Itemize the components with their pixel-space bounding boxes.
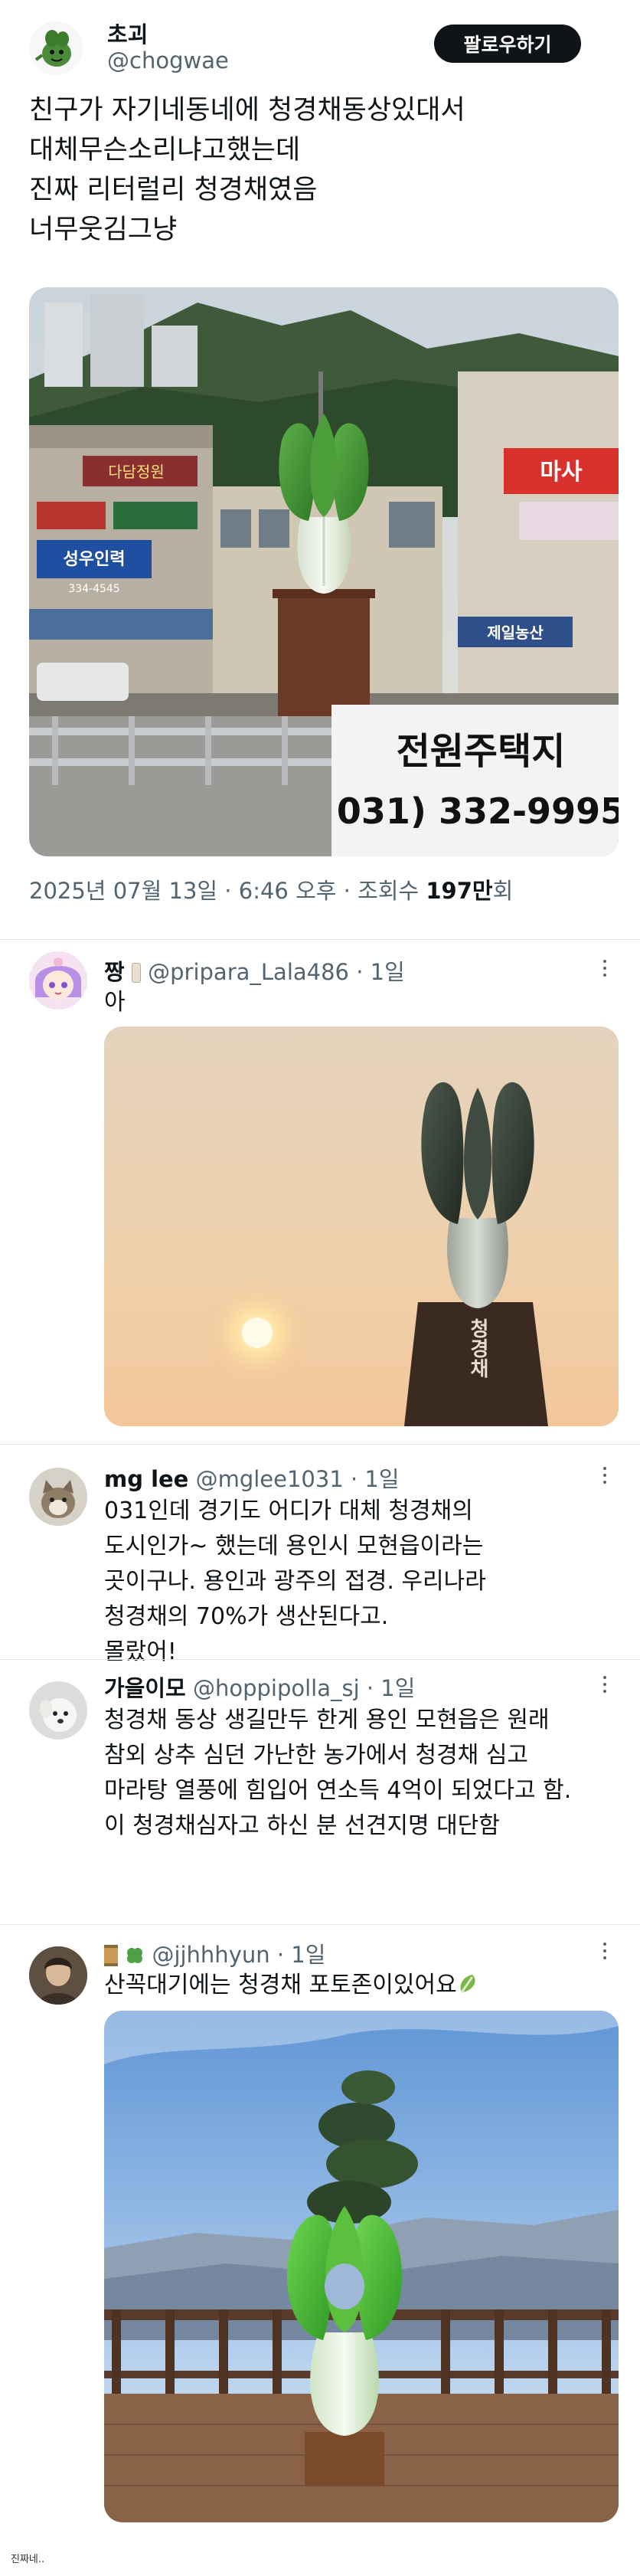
reply-text-line: 아 bbox=[104, 989, 126, 1016]
reply-text-line: 곳이구나. 용인과 광주의 접경. 우리나라 bbox=[104, 1568, 486, 1595]
more-options-icon[interactable] bbox=[594, 1669, 616, 1700]
reply-author-handle[interactable]: @pripara_Lala486 · 1일 bbox=[148, 959, 405, 985]
bokchoy-statue-street-photo: 다담정원 성우인력 334-4545 마사 제일농산 전원주택지 031) 33… bbox=[29, 287, 619, 856]
thread-spool-icon bbox=[104, 1945, 118, 1966]
view-count-suffix: 회 bbox=[492, 878, 514, 904]
reply-text: 아 bbox=[104, 985, 126, 1020]
tweet-timestamp[interactable]: 2025년 07월 13일 · 6:46 오후 · 조회수 bbox=[29, 878, 426, 904]
puppy-avatar-icon bbox=[29, 1681, 87, 1740]
footer-caption: 진짜네.. bbox=[11, 2554, 45, 2565]
bokchoy-photozone-mountain-photo bbox=[104, 2011, 619, 2522]
tweet-photo[interactable]: 다담정원 성우인력 334-4545 마사 제일농산 전원주택지 031) 33… bbox=[29, 287, 619, 856]
view-count: 197만 bbox=[426, 878, 493, 904]
bokchoy-emoji-icon bbox=[457, 1971, 480, 1994]
reply-text-line: 산꼭대기에는 청경채 포토존이있어요 bbox=[104, 1968, 480, 2003]
tweet-text-line: 대체무슨소리냐고했는데 bbox=[29, 135, 301, 165]
reply-author-name[interactable]: mg lee bbox=[104, 1466, 188, 1492]
reply-text-line: 도시인가~ 했는데 용인시 모현읍이라는 bbox=[104, 1533, 484, 1560]
reply-text-line: 청경채의 70%가 생산된다고. bbox=[104, 1603, 389, 1630]
tweet-text: 친구가 자기네동네에 청경채동상있대서 대체무슨소리냐고했는데 진짜 리터럴리 … bbox=[29, 90, 465, 250]
reply[interactable]: 짱 @pripara_Lala486 · 1일 아 청경채 bbox=[0, 941, 640, 1444]
reply-avatar[interactable] bbox=[29, 1468, 87, 1526]
bokchoy-statue-sunset-photo: 청경채 bbox=[104, 1026, 619, 1426]
shop-sign-phone: 334-4545 bbox=[68, 583, 119, 595]
reply[interactable]: @jjhhhyun · 1일 산꼭대기에는 청경채 포토존이있어요 bbox=[0, 1925, 640, 2538]
reply-header: 가을이모 @hoppipolla_sj · 1일 bbox=[104, 1671, 415, 1703]
reply-text-line: 청경채 동상 생길만두 한게 용인 모현읍은 원래 bbox=[104, 1707, 550, 1733]
reply[interactable]: 가을이모 @hoppipolla_sj · 1일 청경채 동상 생길만두 한게 … bbox=[0, 1660, 640, 1924]
reply-text: 청경채 동상 생길만두 한게 용인 모현읍은 원래 참외 상추 심던 가난한 농… bbox=[104, 1703, 571, 1844]
tweet-meta: 2025년 07월 13일 · 6:46 오후 · 조회수 197만회 bbox=[29, 873, 513, 905]
shop-sign: 성우인력 bbox=[64, 550, 126, 569]
main-tweet: 초괴 @chogwae 팔로우하기 친구가 자기네동네에 청경채동상있대서 대체… bbox=[0, 0, 640, 941]
anime-girl-avatar-icon bbox=[29, 951, 87, 1010]
more-options-icon[interactable] bbox=[594, 1460, 616, 1491]
reply-author-name[interactable]: 짱 bbox=[104, 959, 125, 985]
reply-text-line: 참외 상추 심던 가난한 농가에서 청경채 심고 bbox=[104, 1742, 529, 1769]
reply-header: mg lee @mglee1031 · 1일 bbox=[104, 1461, 400, 1494]
reply-author-handle[interactable]: @hoppipolla_sj · 1일 bbox=[193, 1675, 415, 1701]
author-name[interactable]: 초괴 bbox=[107, 17, 148, 49]
reply-avatar[interactable] bbox=[29, 951, 87, 1010]
tweet-text-line: 진짜 리터럴리 청경채였음 bbox=[29, 175, 318, 205]
clover-icon bbox=[125, 1945, 145, 1965]
reply-avatar[interactable] bbox=[29, 1946, 87, 2005]
reply-header: 짱 @pripara_Lala486 · 1일 bbox=[104, 954, 405, 987]
reply-text: 031인데 경기도 어디가 대체 청경채의 도시인가~ 했는데 용인시 모현읍이… bbox=[104, 1494, 486, 1670]
tweet-text-line: 너무웃김그냥 bbox=[29, 214, 178, 245]
reply-text: 산꼭대기에는 청경채 포토존이있어요 bbox=[104, 1968, 480, 2003]
reply-text-line: 이 청경채심자고 하신 분 선견지명 대단함 bbox=[104, 1812, 500, 1839]
shop-sign: 제일농산 bbox=[487, 624, 544, 642]
reply-photo[interactable] bbox=[104, 2011, 619, 2522]
shop-sign: 다담정원 bbox=[108, 463, 165, 481]
reply-text-line: 031인데 경기도 어디가 대체 청경채의 bbox=[104, 1497, 473, 1524]
reply[interactable]: mg lee @mglee1031 · 1일 031인데 경기도 어디가 대체 … bbox=[0, 1445, 640, 1665]
reply-author-handle[interactable]: @mglee1031 · 1일 bbox=[196, 1466, 400, 1492]
author-avatar[interactable] bbox=[29, 21, 83, 75]
realty-sign: 전원주택지 031) 332-9995 bbox=[331, 705, 619, 856]
reply-text-line: 마라탕 열풍에 힘입어 연소득 4억이 되었다고 함. bbox=[104, 1777, 572, 1804]
cat-avatar-icon bbox=[29, 1468, 87, 1526]
more-options-icon[interactable] bbox=[594, 1936, 616, 1966]
bottle-icon bbox=[131, 963, 141, 983]
reply-author-handle[interactable]: @jjhhhyun · 1일 bbox=[152, 1942, 325, 1968]
reply-header: @jjhhhyun · 1일 bbox=[104, 1937, 325, 1969]
realty-sign-title: 전원주택지 bbox=[397, 730, 566, 773]
person-avatar-icon bbox=[29, 1946, 87, 2005]
reply-avatar[interactable] bbox=[29, 1681, 87, 1740]
reply-author-name[interactable]: 가을이모 bbox=[104, 1675, 186, 1701]
pedestal-label: 청경채 bbox=[466, 1318, 489, 1378]
follow-button[interactable]: 팔로우하기 bbox=[434, 25, 581, 63]
more-options-icon[interactable] bbox=[594, 953, 616, 984]
reply-photo[interactable]: 청경채 bbox=[104, 1026, 619, 1426]
shop-sign: 마사 bbox=[540, 459, 583, 486]
tweet-text-line: 친구가 자기네동네에 청경채동상있대서 bbox=[29, 95, 465, 126]
bokchoy-character-icon bbox=[29, 21, 83, 75]
author-handle[interactable]: @chogwae bbox=[107, 47, 229, 74]
divider bbox=[0, 939, 640, 940]
realty-sign-phone: 031) 332-9995 bbox=[337, 790, 619, 832]
